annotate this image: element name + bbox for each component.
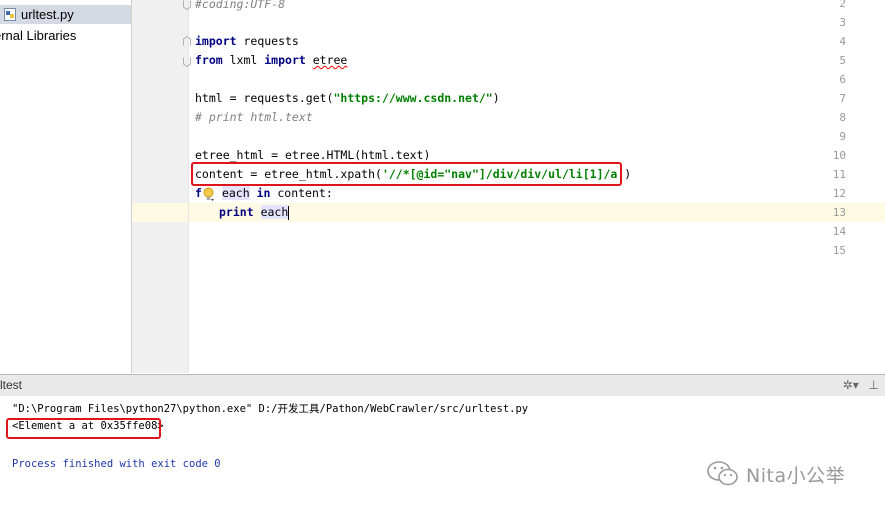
line-number: 14: [832, 225, 846, 238]
line-number: 3: [839, 16, 846, 29]
line-number: 11: [832, 168, 846, 181]
line-number: 2: [839, 0, 846, 10]
keyword-print: print: [219, 205, 254, 219]
watermark: Nita小公举: [706, 458, 845, 490]
fold-end-icon[interactable]: [183, 57, 191, 67]
code-text: html = requests.get(: [195, 91, 334, 105]
console-exit-line: Process finished with exit code 0: [12, 458, 221, 470]
line-number: 7: [839, 92, 846, 105]
highlight-box-xpath: [191, 162, 622, 186]
run-panel-title: rltest: [0, 378, 23, 392]
line-number: 9: [839, 130, 846, 143]
code-text: content:: [270, 186, 333, 200]
python-file-icon: [4, 8, 16, 21]
keyword-import: import: [264, 53, 306, 67]
project-file-name: urltest.py: [21, 7, 74, 22]
code-line-13[interactable]: print each: [195, 203, 290, 222]
project-panel: urltest.py ernal Libraries: [0, 0, 132, 373]
code-text: requests: [236, 34, 299, 48]
string-literal: "https://www.csdn.net/": [333, 91, 493, 105]
intention-bulb-icon[interactable]: [202, 187, 215, 202]
editor-gutter: [132, 0, 188, 373]
gutter-separator: [188, 0, 189, 373]
text-caret: [288, 205, 290, 220]
code-line-8[interactable]: # print html.text: [195, 108, 313, 127]
wechat-icon: [707, 461, 738, 486]
keyword-from: from: [195, 53, 223, 67]
run-panel-toolbar: ✲▾ ⊥: [837, 378, 879, 392]
line-number: 5: [839, 54, 846, 67]
module-etree: etree: [312, 53, 348, 67]
highlight-box-output: [6, 418, 161, 439]
console-command-line: "D:\Program Files\python27\python.exe" D…: [12, 403, 529, 415]
code-text: ): [624, 167, 632, 181]
run-console[interactable]: "D:\Program Files\python27\python.exe" D…: [0, 396, 885, 514]
variable-each: each: [221, 186, 250, 200]
line-number: 15: [832, 244, 846, 257]
line-number: 10: [832, 149, 846, 162]
code-text: lxml: [222, 53, 265, 67]
line-number: 12: [832, 187, 846, 200]
gear-icon[interactable]: ✲▾: [843, 378, 859, 392]
project-file-urltest[interactable]: urltest.py: [0, 5, 131, 24]
line-number: 6: [839, 73, 846, 86]
variable-each: each: [260, 205, 289, 219]
fold-start-icon[interactable]: [183, 36, 191, 46]
watermark-text: Nita小公举: [746, 464, 846, 487]
code-line-12[interactable]: f each in content:: [195, 184, 333, 203]
keyword-for-partial: f: [195, 186, 202, 200]
keyword-import: import: [195, 34, 237, 48]
keyword-in: in: [256, 186, 271, 200]
hide-icon[interactable]: ⊥: [869, 378, 879, 392]
code-line-2[interactable]: #coding:UTF-8: [195, 0, 285, 14]
code-line-4[interactable]: import requests: [195, 32, 299, 51]
line-number: 8: [839, 111, 846, 124]
external-libraries-item[interactable]: ernal Libraries: [0, 26, 76, 45]
line-number: 4: [839, 35, 846, 48]
run-panel-header: rltest ✲▾ ⊥: [0, 374, 885, 397]
code-line-5[interactable]: from lxml import etree: [195, 51, 347, 70]
code-line-7[interactable]: html = requests.get("https://www.csdn.ne…: [195, 89, 500, 108]
fold-end-icon[interactable]: [183, 0, 191, 10]
code-text: ): [492, 91, 500, 105]
line-number: 13: [832, 206, 846, 219]
